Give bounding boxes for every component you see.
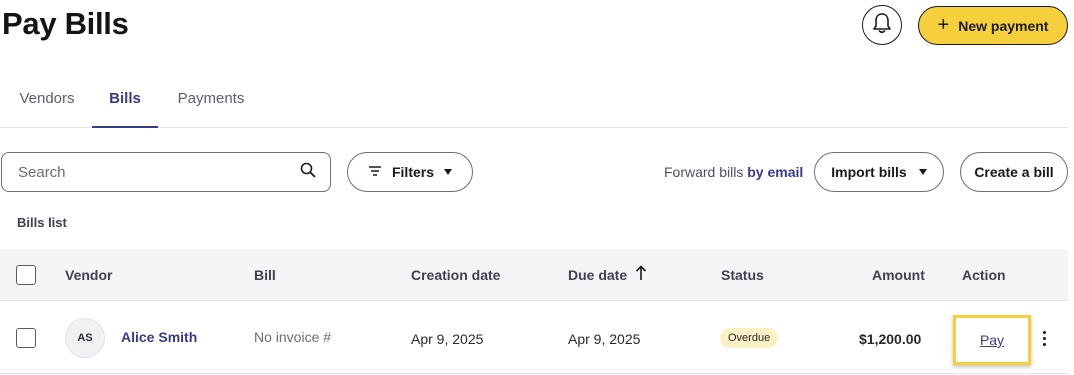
tab-payments[interactable]: Payments [174,78,248,128]
page-title: Pay Bills [2,6,129,41]
amount: $1,200.00 [859,331,922,347]
pay-button-highlight[interactable]: Pay [953,315,1031,365]
tab-vendors[interactable]: Vendors [17,78,77,128]
column-vendor[interactable]: Vendor [65,267,112,283]
tab-bills[interactable]: Bills [92,78,158,128]
status-badge: Overdue [720,328,779,348]
filters-label: Filters [391,164,434,180]
table-row[interactable]: AS Alice Smith No invoice # Apr 9, 2025 … [0,302,1068,374]
plus-icon: + [937,13,950,36]
more-options-icon[interactable] [1036,326,1052,350]
notifications-button[interactable] [862,5,902,45]
new-payment-label: New payment [958,17,1049,34]
column-creation-date[interactable]: Creation date [411,267,500,283]
import-bills-button[interactable]: Import bills [814,152,944,192]
due-date: Apr 9, 2025 [568,331,641,347]
column-amount[interactable]: Amount [872,267,925,283]
tab-bar: Vendors Bills Payments [0,78,1068,128]
forward-bills-text: Forward bills by email [664,164,804,180]
caret-down-icon [918,169,927,175]
avatar: AS [65,318,105,358]
search-icon[interactable] [300,162,316,183]
row-checkbox[interactable] [16,328,36,348]
search-input[interactable] [18,163,300,181]
pay-link[interactable]: Pay [980,332,1004,348]
bell-icon [872,12,892,39]
select-all-checkbox[interactable] [16,265,36,285]
table-header: Vendor Bill Creation date Due date Statu… [0,249,1068,301]
search-box[interactable] [1,152,331,192]
vendor-name-link[interactable]: Alice Smith [121,329,197,345]
column-due-date[interactable]: Due date [568,265,647,284]
arrow-up-icon [635,265,647,284]
creation-date: Apr 9, 2025 [411,331,484,347]
caret-down-icon [444,169,452,175]
column-action: Action [962,267,1006,283]
bills-list-title: Bills list [17,215,67,230]
import-bills-label: Import bills [831,164,907,180]
column-status[interactable]: Status [721,267,764,283]
new-payment-button[interactable]: + New payment [918,6,1068,45]
create-bill-button[interactable]: Create a bill [960,152,1068,192]
forward-by-email-link[interactable]: by email [747,164,803,180]
filter-lines-icon [368,164,382,180]
filters-button[interactable]: Filters [347,152,473,192]
create-bill-label: Create a bill [974,164,1054,180]
bill-number: No invoice # [254,329,332,345]
column-bill[interactable]: Bill [254,267,276,283]
